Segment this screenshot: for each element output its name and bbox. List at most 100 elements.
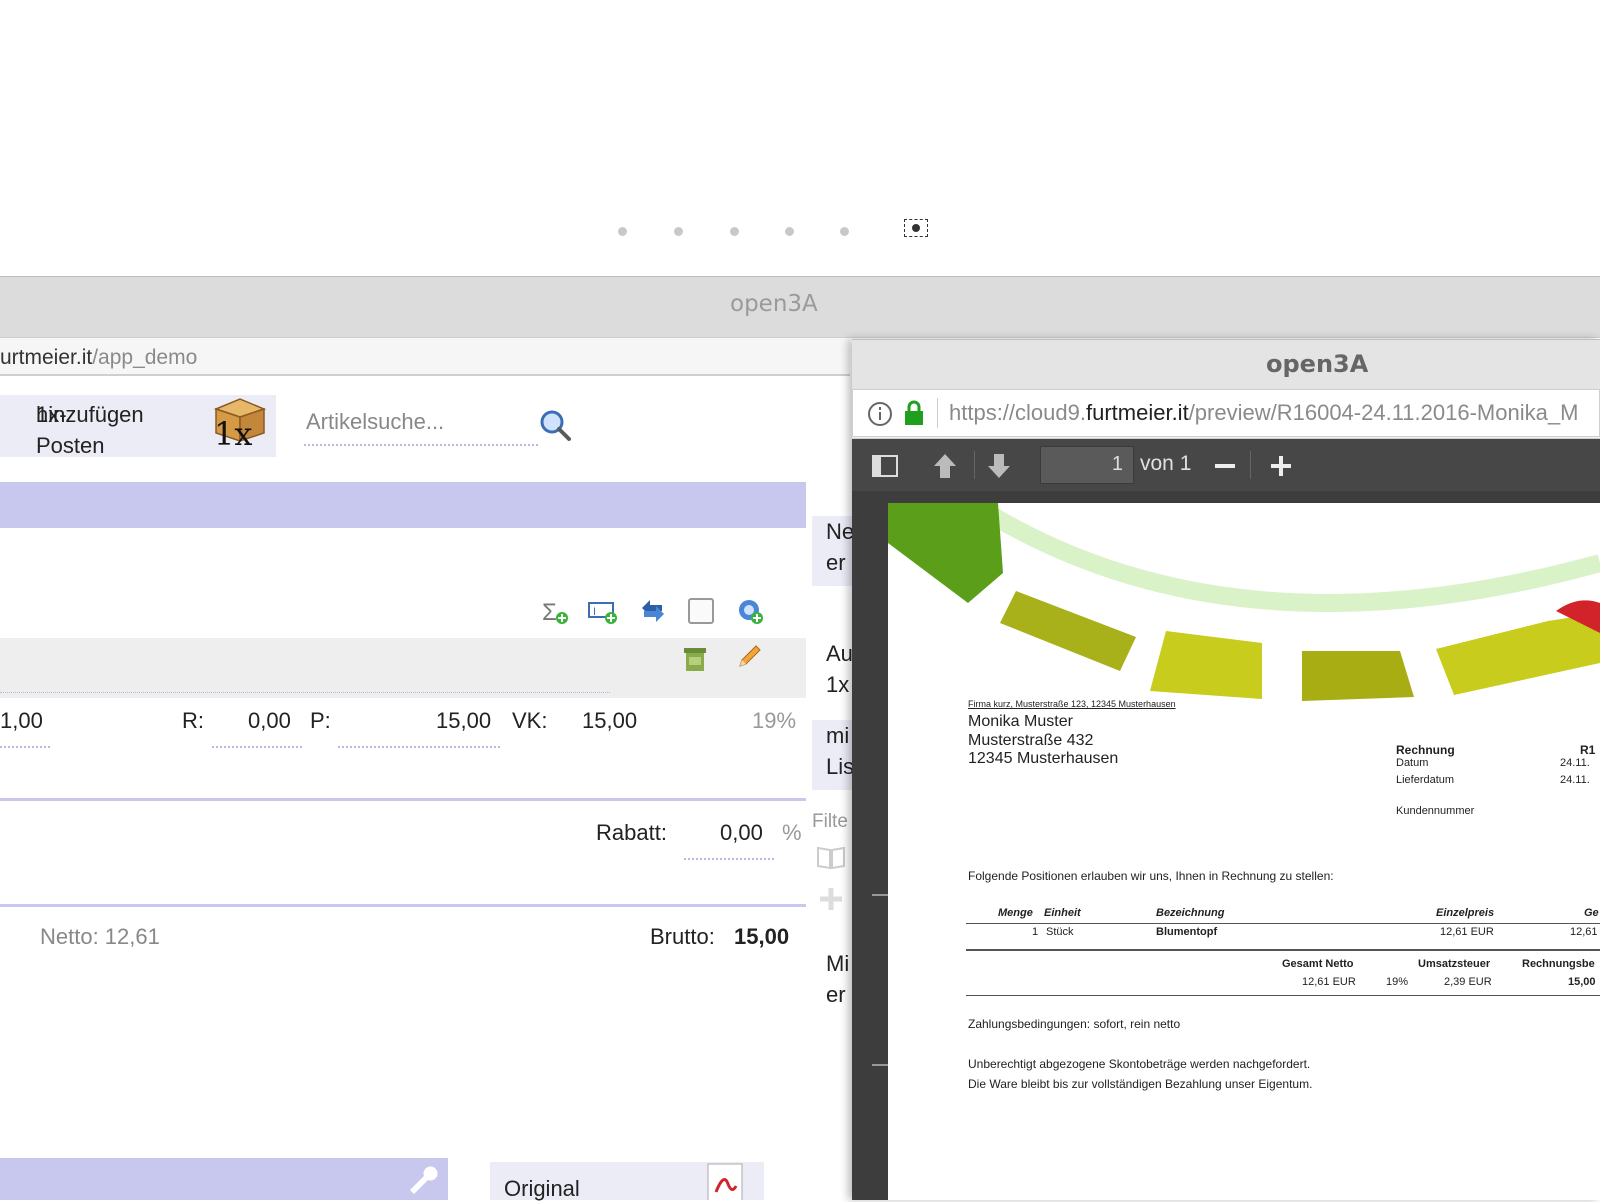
page-number-input[interactable]: 1	[1040, 446, 1134, 484]
copy-add-icon[interactable]	[736, 596, 766, 626]
original-pdf-button[interactable]: Original	[490, 1162, 764, 1201]
sum-vat-label: Umsatzsteuer	[1418, 958, 1491, 970]
address-url[interactable]: https://cloud9.furtmeier.it/preview/R160…	[949, 400, 1578, 426]
address-field[interactable]: https://cloud9.furtmeier.it/preview/R160…	[852, 389, 1600, 437]
address-bar[interactable]: urtmeier.it/app_demo	[0, 338, 850, 376]
svg-text:1x: 1x	[214, 415, 252, 447]
r-label: R:	[182, 708, 204, 733]
sum-gross-value: 15,00	[1568, 976, 1596, 988]
recipient-name: Monika Muster	[968, 713, 1073, 730]
sum-vat-rate: 19%	[1386, 976, 1409, 988]
carousel-dot-6-focus[interactable]	[904, 219, 928, 237]
vk-label: VK:	[512, 708, 548, 733]
toolbar-separator	[1250, 451, 1251, 479]
pdf-document-area[interactable]: Firma kurz, Musterstraße 123, 12345 Must…	[852, 491, 1600, 1200]
meta-title: Rechnung	[1396, 743, 1455, 757]
row-quantity: 1	[1032, 926, 1039, 938]
discount-underline	[684, 858, 774, 860]
carousel-dot-4[interactable]	[785, 227, 794, 236]
pdf-page: Firma kurz, Musterstraße 123, 12345 Must…	[888, 503, 1600, 1200]
plus-icon[interactable]	[816, 884, 846, 914]
section-header-band	[0, 482, 806, 528]
previous-page-icon[interactable]	[930, 451, 960, 481]
meta-date-value: 24.11.	[1560, 757, 1590, 769]
discount-value[interactable]: 0,00	[720, 820, 763, 846]
window-titlebar: open3A	[0, 276, 1600, 338]
text-add-icon[interactable]: I	[588, 596, 618, 626]
note-ownership: Die Ware bleibt bis zur vollständigen Be…	[968, 1077, 1313, 1091]
trash-icon[interactable]	[680, 644, 710, 674]
p-underline	[338, 746, 500, 748]
row-description: Blumentopf	[1156, 926, 1218, 938]
sender-line: Firma kurz, Musterstraße 123, 12345 Must…	[968, 699, 1176, 709]
table-rule	[966, 949, 1600, 951]
wrench-icon[interactable]	[404, 1162, 438, 1196]
pdf-icon	[707, 1163, 743, 1200]
sum-net-label: Gesamt Netto	[1282, 958, 1354, 970]
carousel-dot-1[interactable]	[618, 227, 627, 236]
col-description: Bezeichnung	[1156, 907, 1225, 919]
recipient-city: 12345 Musterhausen	[968, 750, 1119, 767]
edit-pencil-icon[interactable]	[734, 642, 764, 672]
original-label: Original	[504, 1176, 580, 1201]
lock-icon[interactable]	[903, 400, 925, 426]
next-page-icon[interactable]	[984, 451, 1014, 481]
table-rule	[966, 995, 1600, 996]
divider	[0, 798, 806, 801]
sum-add-icon[interactable]: Σ	[540, 596, 570, 626]
window-title: open3A	[1266, 350, 1369, 378]
letterhead-arc-graphic	[888, 503, 1600, 701]
payment-terms: Zahlungsbedingungen: sofort, rein netto	[968, 1017, 1181, 1031]
quantity-underline	[0, 746, 50, 748]
pdf-viewer-window: open3A https://cloud9.furtmeier.it/previ…	[852, 339, 1600, 1200]
carousel-dot-3[interactable]	[730, 227, 739, 236]
box-1x-icon: 1x	[213, 398, 267, 447]
meta-delivery-value: 24.11.	[1560, 774, 1590, 786]
side-column: Ne er Au 1x mi Lis Filte Mi er	[812, 394, 866, 1200]
invoice-intro: Folgende Positionen erlauben wir uns, Ih…	[968, 869, 1334, 883]
col-unit: Einheit	[1044, 907, 1081, 919]
svg-text:I: I	[593, 606, 596, 618]
col-total: Ge	[1584, 907, 1599, 919]
article-search-input[interactable]	[304, 408, 528, 436]
carousel-dots	[0, 218, 1600, 238]
r-underline	[212, 746, 302, 748]
add-1x-item-button[interactable]: 1x-Posten hinzufügen 1x	[0, 395, 276, 458]
carousel-dot-2[interactable]	[674, 227, 683, 236]
window-titlebar: open3A	[852, 339, 1600, 389]
url-separator	[937, 398, 938, 428]
sum-net-value: 12,61 EUR	[1302, 976, 1356, 988]
article-search-field[interactable]	[304, 408, 538, 446]
pdf-toolbar: 1 von 1	[852, 439, 1600, 491]
reorder-icon[interactable]	[638, 596, 668, 626]
zoom-out-icon[interactable]	[1210, 451, 1240, 481]
net-total: Netto: 12,61	[40, 924, 160, 949]
r-value[interactable]: 0,00	[248, 708, 291, 734]
discount-label: Rabatt:	[596, 820, 667, 845]
address-url[interactable]: urtmeier.it/app_demo	[0, 346, 197, 370]
divider	[0, 904, 806, 907]
meta-delivery-label: Lieferdatum	[1396, 774, 1455, 786]
col-unit-price: Einzelpreis	[1436, 907, 1495, 919]
carousel-dot-5[interactable]	[840, 227, 849, 236]
gross-value: 15,00	[734, 924, 790, 949]
quantity-value[interactable]: 1,00	[0, 708, 43, 734]
info-icon[interactable]	[867, 401, 893, 427]
search-icon[interactable]	[538, 408, 572, 442]
sum-vat-value: 2,39 EUR	[1444, 976, 1492, 988]
checkbox-icon[interactable]	[686, 596, 716, 626]
book-icon[interactable]	[816, 844, 846, 870]
p-value[interactable]: 15,00	[436, 708, 491, 734]
discount-row: Rabatt: 0,00 %	[0, 820, 806, 860]
zoom-in-icon[interactable]	[1266, 451, 1296, 481]
carousel-dot-6[interactable]	[912, 224, 920, 232]
row-total: 12,61	[1570, 926, 1598, 938]
totals-row: Netto: 12,61 Brutto: 15,00	[0, 924, 806, 964]
svg-text:Σ: Σ	[542, 599, 557, 626]
address-bar[interactable]: https://cloud9.furtmeier.it/preview/R160…	[852, 389, 1600, 439]
item-toolbar: Σ I	[540, 596, 780, 628]
page-count: von 1	[1140, 452, 1192, 475]
sum-gross-label: Rechnungsbe	[1522, 958, 1595, 970]
sidebar-toggle-icon[interactable]	[870, 451, 900, 481]
meta-customer-label: Kundennummer	[1396, 805, 1475, 817]
